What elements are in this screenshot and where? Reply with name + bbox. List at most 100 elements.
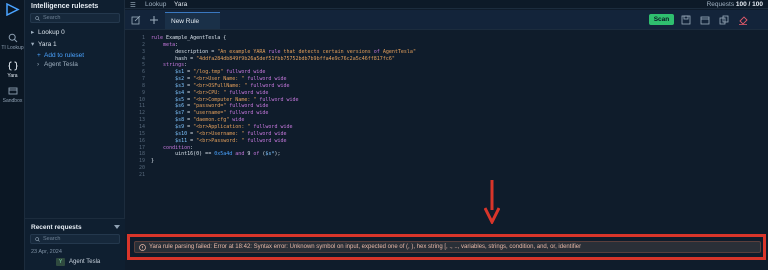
code-line: rule Example_AgentTesla { [151,35,227,41]
top-bar: ☰ Lookup Yara Requests 100 / 100 [125,0,768,9]
recent-date: 23 Apr, 2024 [31,249,62,255]
line-number: 5 [141,62,145,69]
line-number: 16 [138,137,145,144]
code-line: $s11 = "<br>Password: " fullword wide [175,137,287,144]
tab-new-rule-label: New Rule [171,18,200,25]
code-line: hash = "4ddfa284db849f9b26a5def51fbb7575… [151,55,395,62]
line-number: 9 [141,89,145,96]
tree-item-label: Agent Tesla [44,61,78,68]
code-line: meta: [163,41,179,48]
code-line: $s6 = "password=" fullword wide [175,103,269,110]
code-line: $s9 = "<br>Application: " fullword wide [175,123,293,130]
code-line: $s3 = "<br>OSFullName: " fullword wide [175,82,290,89]
search-icon [35,16,40,21]
tree-item-label: Yara 1 [38,41,57,48]
save-icon[interactable] [681,15,691,25]
tree-item-yara[interactable]: ▾ Yara 1 [31,40,57,48]
line-number-gutter: 1 2 3 4 5 6 7 8 9 10 11 12 13 14 15 16 17 18 19 20 21 [133,35,145,179]
line-number: 6 [141,69,145,76]
line-number: 3 [141,48,145,55]
line-number: 18 [138,151,145,158]
rail-item-ti-lookup[interactable]: TI Lookup [0,33,25,51]
rail-label-sandbox: Sandbox [2,98,23,104]
code-line: strings: [163,62,188,69]
breadcrumb-sep-icon: ☰ [130,2,136,9]
line-number: 20 [138,165,145,172]
caret-down-icon: ▾ [31,41,35,48]
line-number: 19 [138,158,145,165]
code-line: ​ [151,172,416,179]
rail-label-yara: Yara [7,73,18,79]
code-line: condition: [163,144,194,151]
copy-icon[interactable] [719,15,729,25]
code-line: } [151,158,155,165]
tab-yara[interactable]: Yara [174,1,187,8]
tab-lookup[interactable]: Lookup [145,1,166,8]
clear-icon[interactable] [738,15,748,25]
annotation-arrow-icon [484,180,500,224]
caret-right-icon: ▸ [31,29,35,36]
recent-item-agent-tesla[interactable]: Agent Tesla [69,259,100,265]
tree-item-label: Lookup 0 [38,29,65,36]
code-content[interactable]: rule Example_AgentTesla { meta: descript… [151,35,416,179]
recent-requests-panel: Recent requests 23 Apr, 2024 Y Agent Tes… [25,218,125,270]
tree-item-agent-tesla[interactable]: › Agent Tesla [37,61,78,68]
requests-counter: Requests 100 / 100 [707,1,763,8]
tree-item-lookup[interactable]: ▸ Lookup 0 [31,28,65,36]
add-to-ruleset-link[interactable]: + Add to ruleset [37,52,84,59]
download-icon[interactable] [700,15,710,25]
editor-toolbar: New Rule Scan [125,10,768,30]
line-number: 10 [138,96,145,103]
chevron-right-icon: › [37,61,40,68]
code-line: $s1 = "/log.tmp" fullword wide [175,69,266,76]
line-number: 14 [138,123,145,130]
line-number: 2 [141,41,145,48]
icon-rail: TI Lookup Yara Sandbox [0,0,25,270]
code-line: $s7 = "username=" fullword wide [175,110,269,117]
app-logo-icon[interactable] [5,3,20,16]
requests-value: 100 / 100 [735,1,763,8]
line-number: 21 [138,171,145,178]
add-to-ruleset-label: Add to ruleset [44,52,85,59]
code-line: $s2 = "<br>User Name: " fullword wide [175,76,287,83]
tab-new-rule[interactable]: New Rule [165,12,220,29]
line-number: 8 [141,82,145,89]
yara-icon [7,61,18,71]
search-icon [35,237,40,242]
line-number: 11 [138,103,145,110]
sidebar-title: Intelligence rulesets [31,3,99,10]
error-message-text: Yara rule parsing failed: Error at 18:42… [149,244,582,250]
ti-lookup-icon [8,33,17,43]
edit-icon[interactable] [131,15,141,25]
code-line: description = "An example YARA rule that… [151,48,416,55]
line-number: 17 [138,144,145,151]
code-editor[interactable]: 1 2 3 4 5 6 7 8 9 10 11 12 13 14 15 16 17 18 19 20 21 rule E… [125,31,768,231]
line-number: 15 [138,130,145,137]
code-line: $s8 = "daemon.cfg" wide [175,117,245,124]
recent-requests-title: Recent requests [31,224,82,231]
plus-icon[interactable] [149,15,159,25]
sandbox-icon [8,87,17,95]
collapse-triangle-icon[interactable] [114,225,120,229]
rail-item-sandbox[interactable]: Sandbox [0,86,25,104]
rulesets-search [30,13,120,23]
code-line: $s5 = "<br>Computer Name: " fullword wid… [175,96,299,103]
line-number: 4 [141,55,145,62]
code-line: $s4 = "<br>CPU: " fullword wide [175,89,269,96]
error-message-bar: Yara rule parsing failed: Error at 18:42… [134,241,761,253]
line-number: 12 [138,110,145,117]
rail-label-ti-lookup: TI Lookup [1,45,24,51]
line-number: 1 [141,35,145,41]
recent-search [30,234,120,244]
code-line: $s10 = "<br>Username: " fullword wide [175,130,287,137]
plus-icon: + [37,52,41,59]
line-number: 7 [141,76,145,83]
recent-search-input[interactable] [43,235,117,243]
error-info-icon [139,244,146,251]
code-line: ​ [151,165,416,172]
yara-badge: Y [56,258,65,266]
line-number: 13 [138,117,145,124]
rail-item-yara[interactable]: Yara [0,61,25,79]
scan-button[interactable]: Scan [649,14,674,25]
rulesets-search-input[interactable] [43,14,117,22]
